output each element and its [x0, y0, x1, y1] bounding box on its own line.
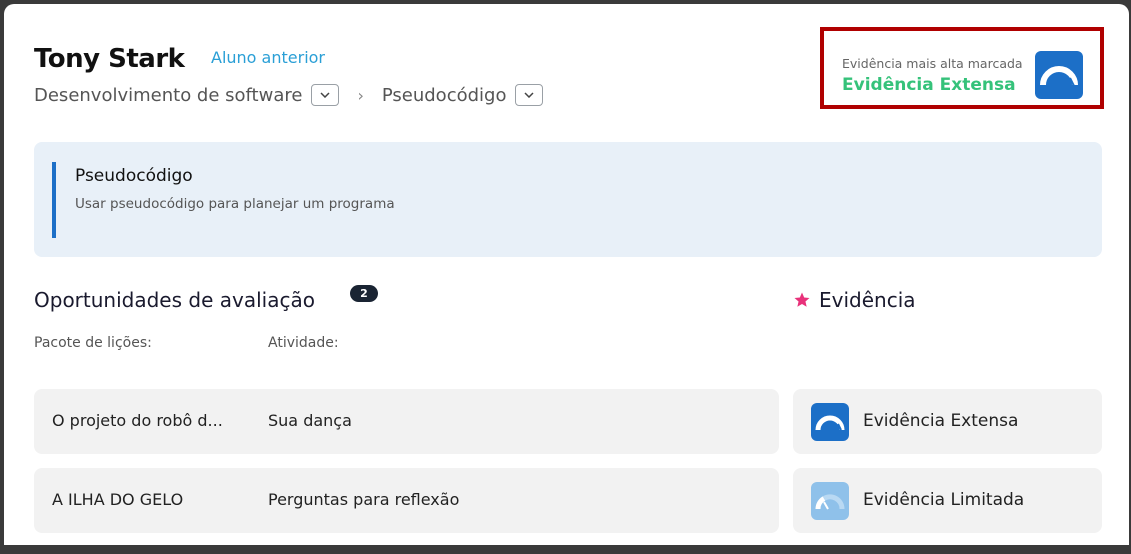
breadcrumb: Desenvolvimento de software › Pseudocódi…: [34, 82, 544, 108]
evidence-header: Evidência: [793, 288, 916, 312]
evidence-title: Evidência: [819, 288, 916, 312]
row-package: A ILHA DO GELO: [52, 490, 184, 509]
topic-dropdown-button[interactable]: [515, 84, 544, 106]
highest-evidence-card: Evidência mais alta marcada Evidência Ex…: [820, 27, 1104, 109]
accent-bar: [52, 162, 56, 238]
opportunities-count-badge: 2: [350, 285, 378, 302]
breadcrumb-topic: Pseudocódigo: [381, 84, 507, 106]
column-header-package: Pacote de lições:: [34, 335, 152, 351]
chevron-down-icon: [320, 92, 330, 98]
star-icon: [794, 292, 810, 307]
gauge-full-icon: [1035, 51, 1083, 99]
opportunities-title: Oportunidades de avaliação: [34, 288, 315, 312]
course-dropdown-button[interactable]: [311, 84, 340, 106]
gauge-low-icon: [811, 482, 849, 520]
breadcrumb-course: Desenvolvimento de software: [34, 84, 303, 106]
evidence-label: Evidência Limitada: [863, 490, 1025, 510]
skill-description: Usar pseudocódigo para planejar um progr…: [75, 196, 395, 212]
skill-title: Pseudocódigo: [75, 166, 193, 186]
row-activity: Perguntas para reflexão: [268, 490, 460, 509]
row-package: O projeto do robô d...: [52, 411, 223, 430]
chevron-down-icon: [524, 92, 535, 98]
opportunity-row[interactable]: O projeto do robô d... Sua dança: [34, 389, 779, 454]
background-strip: [0, 545, 1131, 554]
column-header-activity: Atividade:: [268, 335, 339, 351]
evidence-row[interactable]: Evidência Limitada: [793, 468, 1102, 533]
breadcrumb-separator: ›: [357, 85, 364, 105]
highest-evidence-value: Evidência Extensa: [842, 75, 1016, 95]
gauge-full-icon: [811, 403, 849, 441]
previous-student-link[interactable]: Aluno anterior: [211, 48, 325, 67]
highest-evidence-label: Evidência mais alta marcada: [842, 56, 1023, 71]
opportunity-row[interactable]: A ILHA DO GELO Perguntas para reflexão: [34, 468, 779, 533]
evidence-label: Evidência Extensa: [863, 411, 1019, 431]
skill-info-card: Pseudocódigo Usar pseudocódigo para plan…: [34, 142, 1102, 257]
student-name: Tony Stark: [34, 44, 185, 74]
student-detail-modal: Tony Stark Aluno anterior Desenvolviment…: [4, 4, 1129, 554]
row-activity: Sua dança: [268, 411, 352, 430]
evidence-row[interactable]: Evidência Extensa: [793, 389, 1102, 454]
